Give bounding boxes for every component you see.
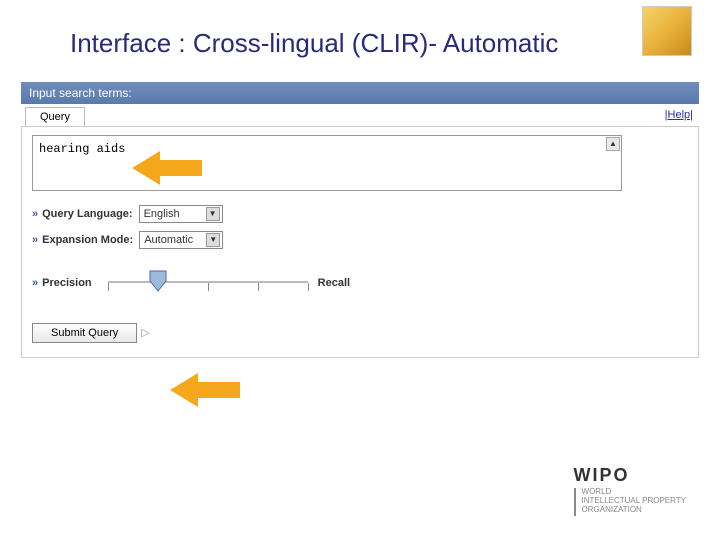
slider-handle-icon[interactable] — [148, 269, 168, 291]
callout-arrow-icon — [170, 370, 240, 410]
chevron-down-icon: ▼ — [206, 233, 220, 247]
wipo-brand: WIPO — [574, 465, 630, 485]
logo-bar-icon — [574, 488, 576, 516]
expansion-mode-row: » Expansion Mode: Automatic ▼ — [32, 231, 688, 249]
precision-recall-slider[interactable] — [108, 273, 308, 293]
expansion-mode-label: Expansion Mode: — [42, 234, 133, 246]
form-body: ▲ » Query Language: English ▼ » Expansio… — [21, 127, 699, 358]
chevron-icon: » — [32, 234, 38, 246]
submit-query-button[interactable]: Submit Query — [32, 323, 137, 343]
slider-tick — [208, 283, 209, 291]
search-panel: Input search terms: Query |Help| ▲ » Que… — [20, 81, 700, 359]
scroll-up-icon[interactable]: ▲ — [606, 137, 620, 151]
query-language-row: » Query Language: English ▼ — [32, 205, 688, 223]
tab-query[interactable]: Query — [25, 107, 85, 126]
corner-decoration — [642, 6, 692, 56]
expansion-mode-value: Automatic — [144, 234, 202, 246]
query-language-value: English — [144, 208, 202, 220]
footer-logo: WIPO WORLD INTELLECTUAL PROPERTY ORGANIZ… — [574, 466, 686, 516]
tabs-row: Query |Help| — [21, 104, 699, 127]
query-language-label: Query Language: — [42, 208, 132, 220]
query-textarea[interactable] — [37, 140, 597, 186]
chevron-icon: » — [32, 277, 38, 289]
precision-label: Precision — [42, 277, 92, 289]
chevron-right-icon: ▷ — [141, 324, 159, 342]
query-language-select[interactable]: English ▼ — [139, 205, 223, 223]
recall-label: Recall — [318, 277, 350, 289]
chevron-icon: » — [32, 208, 38, 220]
slider-tick — [258, 283, 259, 291]
panel-header: Input search terms: — [21, 82, 699, 104]
footer-line3: ORGANIZATION — [582, 506, 686, 515]
chevron-down-icon: ▼ — [206, 207, 220, 221]
slide-title: Interface : Cross-lingual (CLIR)- Automa… — [0, 0, 720, 59]
callout-arrow-icon — [132, 148, 202, 188]
slider-tick — [108, 283, 109, 291]
submit-row: Submit Query ▷ — [32, 323, 688, 343]
slider-tick — [308, 283, 309, 291]
query-textarea-wrap: ▲ — [32, 135, 622, 191]
expansion-mode-select[interactable]: Automatic ▼ — [139, 231, 223, 249]
help-link[interactable]: |Help| — [665, 109, 699, 121]
precision-recall-row: » Precision Recall — [32, 273, 688, 293]
